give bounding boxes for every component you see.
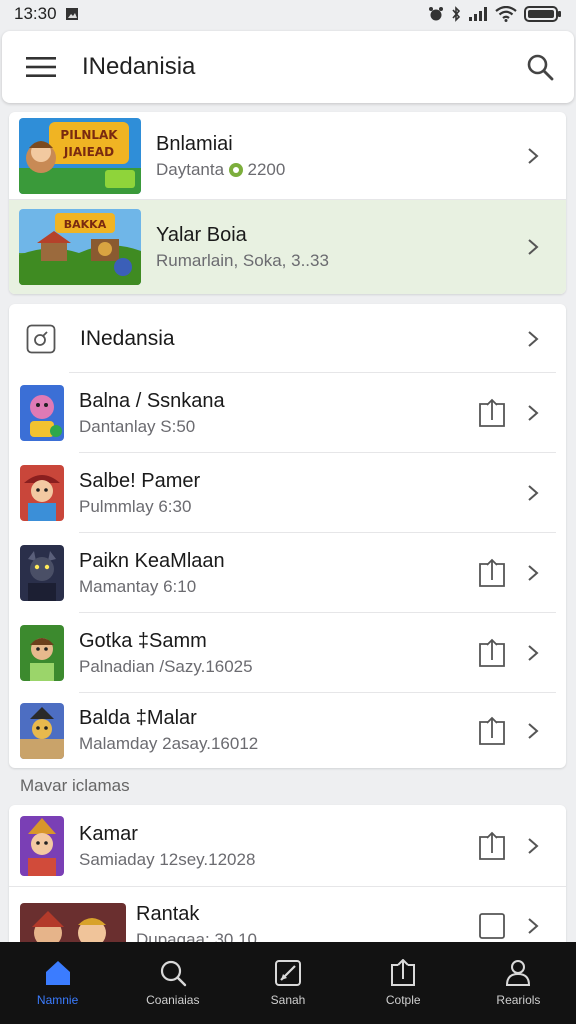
nav-item-search[interactable]: Coaniaias [115, 942, 230, 1024]
section-label: Mavar iclamas [20, 776, 130, 795]
item-title: Kamar [79, 822, 138, 845]
list-item[interactable]: Salbe! Pamer Pulmmlay 6:30 [9, 453, 566, 533]
status-dot-icon [228, 162, 243, 177]
bottom-navigation: Namnie Coaniaias Sanah Cotple Reariols [0, 942, 576, 1024]
chevron-right-icon [528, 330, 539, 347]
item-title: Bnlamiai [156, 132, 233, 155]
home-icon [45, 961, 70, 985]
list-item[interactable]: Balda ‡Malar Malamday 2asay.16012 [9, 693, 566, 768]
featured-item-highlighted[interactable]: BAKKA Yalar Boia Rumarlain, Soka, 3..33 [9, 200, 566, 294]
game-icon [20, 545, 64, 601]
chevron-right-icon [528, 565, 539, 581]
secondary-list-card: Kamar Samiaday 12sey.12028 Rantak Dupaga… [9, 805, 566, 965]
game-icon [20, 702, 64, 759]
item-title: Paikn KeaMlaan [79, 549, 225, 572]
svg-text:JIAIEAD: JIAIEAD [63, 145, 114, 159]
list-header[interactable]: INedansia [9, 304, 566, 373]
game-thumbnail: PILNLAK JIAIEAD [19, 118, 141, 194]
nav-item-profile[interactable]: Reariols [461, 942, 576, 1024]
menu-icon[interactable] [26, 56, 56, 78]
status-bar: 13:30 [0, 0, 576, 28]
share-icon[interactable] [478, 831, 506, 861]
signal-icon [469, 7, 487, 21]
svg-text:PILNLAK: PILNLAK [60, 128, 118, 142]
share-icon[interactable] [478, 558, 506, 588]
game-icon [20, 385, 64, 441]
item-title: Salbe! Pamer [79, 469, 201, 492]
share-icon[interactable] [478, 716, 506, 746]
item-title: Balda ‡Malar [79, 707, 197, 729]
item-subtitle: Rumarlain, Soka, 3..33 [156, 250, 329, 270]
item-title: Gotka ‡Samm [79, 629, 207, 652]
game-thumbnail: BAKKA [19, 209, 141, 285]
nav-item-edit[interactable]: Sanah [230, 942, 345, 1024]
wifi-icon [495, 6, 517, 22]
game-icon [20, 465, 64, 521]
chevron-right-icon [528, 645, 539, 661]
alarm-icon [429, 7, 443, 21]
list-item[interactable]: Paikn KeaMlaan Mamantay 6:10 [9, 533, 566, 613]
app-bar: INedanisia [2, 31, 574, 103]
share-icon [391, 959, 416, 986]
chevron-right-icon [528, 722, 539, 739]
item-subtitle: Pulmmlay 6:30 [79, 496, 192, 516]
featured-card: PILNLAK JIAIEAD Bnlamiai Daytanta 2200 B… [9, 112, 566, 294]
item-title: Balna / Ssnkana [79, 389, 225, 412]
chevron-right-icon [528, 239, 539, 255]
share-icon[interactable] [478, 638, 506, 668]
item-subtitle: Samiaday 12sey.12028 [79, 849, 256, 869]
chevron-right-icon [528, 838, 539, 854]
nav-label: Sanah [270, 993, 306, 1007]
item-subtitle: Malamday 2asay.16012 [79, 734, 259, 753]
nav-label: Namnie [36, 993, 79, 1007]
list-card: INedansia Balna / Ssnkana Dantanlay S:50… [9, 304, 566, 768]
page-icon [26, 324, 56, 353]
item-subtitle: Mamantay 6:10 [79, 576, 197, 596]
item-title: Yalar Boia [156, 223, 247, 246]
page-title: INedanisia [82, 53, 196, 80]
chevron-right-icon [528, 148, 539, 164]
item-subtitle: Daytanta 2200 [156, 159, 286, 179]
game-icon [20, 625, 64, 681]
nav-label: Cotple [385, 993, 421, 1007]
nav-item-share[interactable]: Cotple [346, 942, 461, 1024]
edit-icon [275, 960, 301, 986]
search-icon[interactable] [526, 53, 554, 81]
checkbox-icon[interactable] [478, 911, 506, 941]
svg-text:BAKKA: BAKKA [64, 218, 107, 231]
item-subtitle: Palnadian /Sazy.16025 [79, 656, 253, 676]
battery-icon [524, 6, 561, 22]
chevron-right-icon [528, 405, 539, 421]
nav-item-home[interactable]: Namnie [0, 942, 115, 1024]
list-item[interactable]: Gotka ‡Samm Palnadian /Sazy.16025 [9, 613, 566, 693]
image-notification-icon [65, 8, 78, 20]
list-item[interactable]: Balna / Ssnkana Dantanlay S:50 [9, 373, 566, 453]
featured-item[interactable]: PILNLAK JIAIEAD Bnlamiai Daytanta 2200 [9, 112, 566, 200]
status-time: 13:30 [14, 4, 57, 23]
search-icon [160, 960, 186, 987]
nav-label: Coaniaias [146, 993, 200, 1007]
chevron-right-icon [528, 485, 539, 501]
list-item[interactable]: Kamar Samiaday 12sey.12028 [9, 805, 566, 887]
list-header-title: INedansia [80, 326, 175, 350]
chevron-right-icon [528, 918, 539, 934]
bluetooth-icon [452, 6, 461, 22]
game-icon [20, 816, 64, 876]
profile-icon [506, 960, 531, 986]
share-icon[interactable] [478, 398, 506, 428]
item-subtitle: Dantanlay S:50 [79, 416, 196, 436]
item-title: Rantak [136, 902, 200, 925]
nav-label: Reariols [496, 993, 541, 1007]
